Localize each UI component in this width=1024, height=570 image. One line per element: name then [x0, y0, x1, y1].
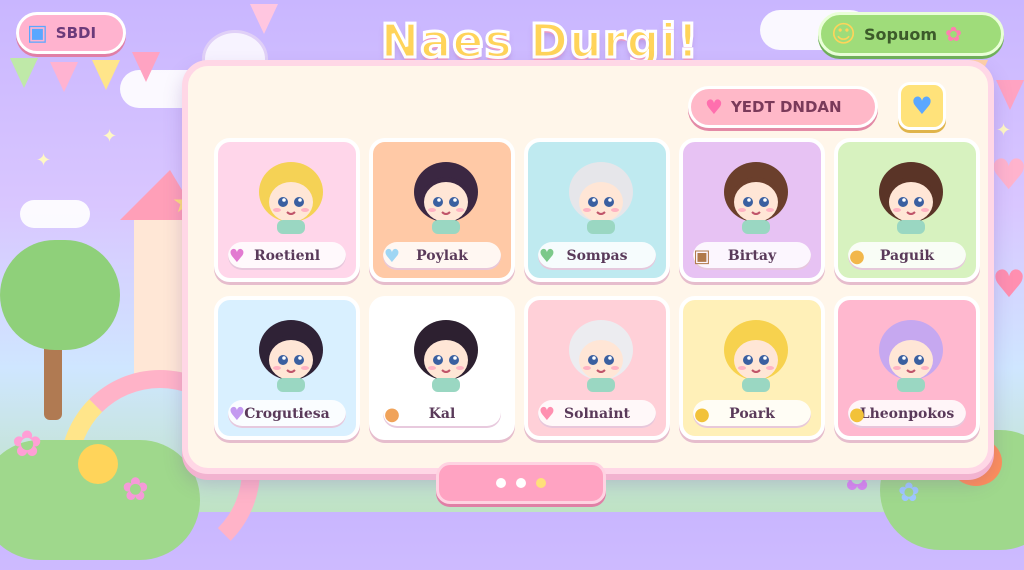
bunting-flag	[92, 60, 120, 90]
character-portrait	[251, 156, 331, 236]
character-board: ♥ YEDT DNDAN ♥ ♥ Roetienl ♥ Poylak ♥ Sompas ▣ B…	[182, 60, 994, 474]
character-card[interactable]: ● Poark	[679, 296, 825, 440]
character-portrait	[871, 314, 951, 394]
character-card[interactable]: ▣ Birtay	[679, 138, 825, 282]
character-badge-icon: ♥	[228, 245, 246, 267]
character-badge-icon: ●	[384, 403, 400, 425]
character-card[interactable]: ♥ Roetienl	[214, 138, 360, 282]
page-dot[interactable]	[536, 478, 546, 488]
character-card[interactable]: ● Lheonpokos	[834, 296, 980, 440]
character-badge-icon: ♥	[538, 245, 556, 267]
top-left-button[interactable]: ▣ SBDI	[16, 12, 126, 54]
heart-icon: ♥	[705, 95, 723, 119]
character-card[interactable]: ♥ Poylak	[369, 138, 515, 282]
sparkle-icon: ✦	[36, 150, 52, 171]
flower-icon: ✿	[898, 478, 920, 508]
character-badge-icon: ▣	[693, 245, 711, 267]
blue-heart-button[interactable]: ♥	[898, 82, 946, 130]
page-dot[interactable]	[516, 478, 526, 488]
flower-icon: ✿	[12, 424, 43, 465]
sparkle-icon: ✦	[102, 126, 118, 147]
character-portrait	[716, 156, 796, 236]
character-card[interactable]: ♥ Solnaint	[524, 296, 670, 440]
top-left-button-label: SBDI	[55, 24, 97, 42]
tree-canopy	[0, 240, 120, 350]
bunting-flag	[132, 52, 160, 82]
character-portrait	[561, 156, 641, 236]
character-card[interactable]: ♥ Sompas	[524, 138, 670, 282]
character-portrait	[871, 156, 951, 236]
blue-heart-icon: ♥	[911, 92, 933, 120]
flower-badge-icon: ✿	[945, 22, 962, 46]
pagination[interactable]	[436, 462, 606, 504]
gift-box-icon: ▣	[27, 20, 48, 46]
bunting-flag	[50, 62, 78, 92]
character-portrait	[251, 314, 331, 394]
heart-deco-icon: ♥	[990, 150, 1024, 199]
sparkle-icon: ✦	[996, 120, 1012, 141]
smiling-flower-icon	[78, 444, 118, 484]
bunting-flag	[996, 80, 1024, 110]
bunting-flag	[10, 58, 38, 88]
character-card[interactable]: ♥ Crogutiesa	[214, 296, 360, 440]
character-card[interactable]: ● Paguik	[834, 138, 980, 282]
character-portrait	[561, 314, 641, 394]
character-badge-icon: ♥	[383, 245, 401, 267]
character-portrait	[406, 314, 486, 394]
character-badge-icon: ♥	[228, 403, 246, 425]
character-badge-icon: ♥	[538, 403, 556, 425]
heart-deco-icon: ♥	[992, 262, 1024, 306]
flower-icon: ✿	[122, 470, 149, 508]
top-right-button-label: Sopuom	[864, 24, 938, 44]
board-action-label: YEDT DNDAN	[730, 98, 842, 116]
bunting-flag	[250, 4, 278, 34]
top-right-button[interactable]: ☺ Sopuom ✿	[818, 12, 1004, 56]
character-card[interactable]: ● Kal	[369, 296, 515, 440]
board-action-button[interactable]: ♥ YEDT DNDAN	[688, 86, 878, 128]
character-badge-icon: ●	[694, 403, 710, 425]
character-badge-icon: ●	[849, 245, 865, 267]
character-portrait	[406, 156, 486, 236]
smiley-star-icon: ☺	[831, 20, 857, 48]
character-portrait	[716, 314, 796, 394]
cloud	[20, 200, 90, 228]
page-dot[interactable]	[496, 478, 506, 488]
character-badge-icon: ●	[849, 403, 865, 425]
